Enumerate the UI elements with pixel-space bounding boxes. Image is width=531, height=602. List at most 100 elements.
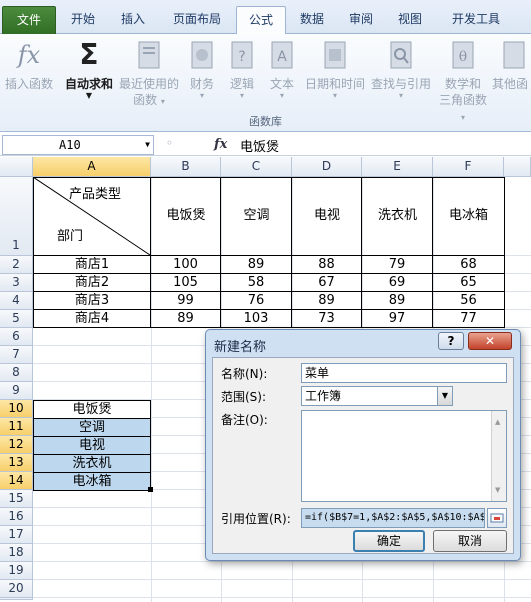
row-header-17[interactable]: 17 bbox=[0, 526, 33, 544]
header-cell-product[interactable]: 空调 bbox=[221, 177, 292, 256]
column-header-a[interactable]: A bbox=[33, 157, 151, 177]
list-cell[interactable]: 电视 bbox=[33, 436, 151, 455]
row-header-15[interactable]: 15 bbox=[0, 490, 33, 508]
list-cell-active[interactable]: 电饭煲 bbox=[33, 400, 151, 419]
cell-store-name[interactable]: 商店1 bbox=[34, 256, 150, 273]
row-header-14[interactable]: 14 bbox=[0, 472, 33, 490]
formula-input[interactable]: 电饭煲 bbox=[240, 136, 279, 155]
column-header-f[interactable]: F bbox=[433, 157, 504, 177]
row-header-4[interactable]: 4 bbox=[0, 292, 33, 310]
cell-value[interactable]: 103 bbox=[221, 310, 291, 327]
row-header-10[interactable]: 10 bbox=[0, 400, 33, 418]
header-cell-product[interactable]: 电冰箱 bbox=[433, 177, 504, 256]
tab-data[interactable]: 数据 bbox=[290, 6, 334, 34]
select-all-corner[interactable] bbox=[0, 157, 33, 177]
cell-value[interactable]: 56 bbox=[433, 292, 504, 309]
row-header-1[interactable]: 1 bbox=[0, 177, 33, 256]
tab-developer[interactable]: 开发工具 bbox=[436, 6, 516, 34]
row-header-19[interactable]: 19 bbox=[0, 562, 33, 580]
cell-value[interactable]: 89 bbox=[221, 256, 291, 273]
date-time-button[interactable]: 日期和时间 ▾ bbox=[302, 38, 368, 100]
cell-value[interactable]: 73 bbox=[292, 310, 361, 327]
tab-review[interactable]: 审阅 bbox=[338, 6, 384, 34]
cell-value[interactable]: 89 bbox=[151, 310, 220, 327]
formula-bar-resize-handle[interactable]: ◦ bbox=[166, 136, 173, 150]
lookup-reference-button[interactable]: 查找与引用 ▾ bbox=[368, 38, 434, 100]
cell-value[interactable]: 76 bbox=[221, 292, 291, 309]
ok-button[interactable]: 确定 bbox=[353, 530, 425, 552]
more-functions-button[interactable]: 其他函 bbox=[492, 38, 531, 92]
cell-value[interactable]: 69 bbox=[362, 274, 432, 291]
cell-value[interactable]: 58 bbox=[221, 274, 291, 291]
tab-page-layout[interactable]: 页面布局 bbox=[160, 6, 234, 34]
row-header-11[interactable]: 11 bbox=[0, 418, 33, 436]
math-trig-button[interactable]: θ 数学和 三角函数 ▾ bbox=[436, 38, 490, 124]
cell-value[interactable]: 65 bbox=[433, 274, 504, 291]
logical-button[interactable]: ? 逻辑 ▾ bbox=[222, 38, 262, 100]
row-header-18[interactable]: 18 bbox=[0, 544, 33, 562]
row-header-3[interactable]: 3 bbox=[0, 274, 33, 292]
name-input[interactable]: 菜单 bbox=[301, 363, 507, 383]
cell-a1-diagonal-header[interactable]: 产品类型 部门 bbox=[33, 177, 151, 256]
row-header-13[interactable]: 13 bbox=[0, 454, 33, 472]
scope-select[interactable]: 工作簿 ▼ bbox=[301, 386, 453, 406]
close-button[interactable]: ✕ bbox=[468, 332, 512, 350]
cell-value[interactable]: 99 bbox=[151, 292, 220, 309]
row-header-9[interactable]: 9 bbox=[0, 382, 33, 400]
tab-insert[interactable]: 插入 bbox=[108, 6, 158, 34]
help-button[interactable]: ? bbox=[438, 332, 464, 350]
header-cell-product[interactable]: 电饭煲 bbox=[151, 177, 221, 256]
scrollbar[interactable]: ▲ ▼ bbox=[491, 411, 506, 501]
fill-handle[interactable] bbox=[148, 487, 153, 492]
insert-function-button[interactable]: fx 插入函数 bbox=[2, 38, 56, 92]
cell-value[interactable]: 88 bbox=[292, 256, 361, 273]
scroll-down-icon[interactable]: ▼ bbox=[495, 481, 500, 499]
column-header-b[interactable]: B bbox=[151, 157, 221, 177]
header-cell-product[interactable]: 电视 bbox=[292, 177, 362, 256]
row-header-20[interactable]: 20 bbox=[0, 580, 33, 598]
tab-file[interactable]: 文件 bbox=[2, 6, 56, 34]
text-button[interactable]: A 文本 ▾ bbox=[262, 38, 302, 100]
row-header-16[interactable]: 16 bbox=[0, 508, 33, 526]
cell-store-name[interactable]: 商店3 bbox=[34, 292, 150, 309]
tab-home[interactable]: 开始 bbox=[60, 6, 106, 34]
fx-icon[interactable]: fx bbox=[214, 137, 227, 152]
tab-formulas[interactable]: 公式 bbox=[236, 6, 286, 35]
name-box[interactable]: A10 ▼ bbox=[2, 135, 154, 155]
cancel-button[interactable]: 取消 bbox=[433, 530, 507, 552]
list-cell[interactable]: 电冰箱 bbox=[33, 472, 151, 491]
cell-value[interactable]: 89 bbox=[362, 292, 432, 309]
autosum-button[interactable]: Σ 自动求和 ▼ bbox=[60, 38, 118, 100]
column-header-e[interactable]: E bbox=[362, 157, 433, 177]
chevron-down-icon[interactable]: ▼ bbox=[437, 387, 452, 405]
cell-value[interactable]: 100 bbox=[151, 256, 220, 273]
row-header-2[interactable]: 2 bbox=[0, 256, 33, 274]
comment-textarea[interactable]: ▲ ▼ bbox=[301, 410, 507, 502]
chevron-down-icon[interactable]: ▼ bbox=[145, 136, 150, 154]
row-header-6[interactable]: 6 bbox=[0, 328, 33, 346]
row-header-7[interactable]: 7 bbox=[0, 346, 33, 364]
cell-store-name[interactable]: 商店2 bbox=[34, 274, 150, 291]
scroll-up-icon[interactable]: ▲ bbox=[495, 413, 500, 431]
row-header-5[interactable]: 5 bbox=[0, 310, 33, 328]
cell-value[interactable]: 79 bbox=[362, 256, 432, 273]
column-header-d[interactable]: D bbox=[292, 157, 362, 177]
cell-store-name[interactable]: 商店4 bbox=[34, 310, 150, 327]
cell-value[interactable]: 97 bbox=[362, 310, 432, 327]
financial-button[interactable]: 财务 ▾ bbox=[182, 38, 222, 100]
cell-value[interactable]: 89 bbox=[292, 292, 361, 309]
reference-input[interactable]: =if($B$7=1,$A$2:$A$5,$A$10:$A$ bbox=[301, 508, 485, 528]
row-header-8[interactable]: 8 bbox=[0, 364, 33, 382]
column-header-g[interactable] bbox=[504, 157, 531, 177]
list-cell[interactable]: 空调 bbox=[33, 418, 151, 437]
list-cell[interactable]: 洗衣机 bbox=[33, 454, 151, 473]
tab-view[interactable]: 视图 bbox=[388, 6, 432, 34]
collapse-dialog-button[interactable] bbox=[487, 508, 507, 528]
row-header-12[interactable]: 12 bbox=[0, 436, 33, 454]
cell-value[interactable]: 67 bbox=[292, 274, 361, 291]
recent-functions-button[interactable]: 最近使用的 函数 ▾ bbox=[118, 38, 180, 108]
cell-value[interactable]: 105 bbox=[151, 274, 220, 291]
cell-value[interactable]: 68 bbox=[433, 256, 504, 273]
column-header-c[interactable]: C bbox=[221, 157, 292, 177]
header-cell-product[interactable]: 洗衣机 bbox=[362, 177, 433, 256]
